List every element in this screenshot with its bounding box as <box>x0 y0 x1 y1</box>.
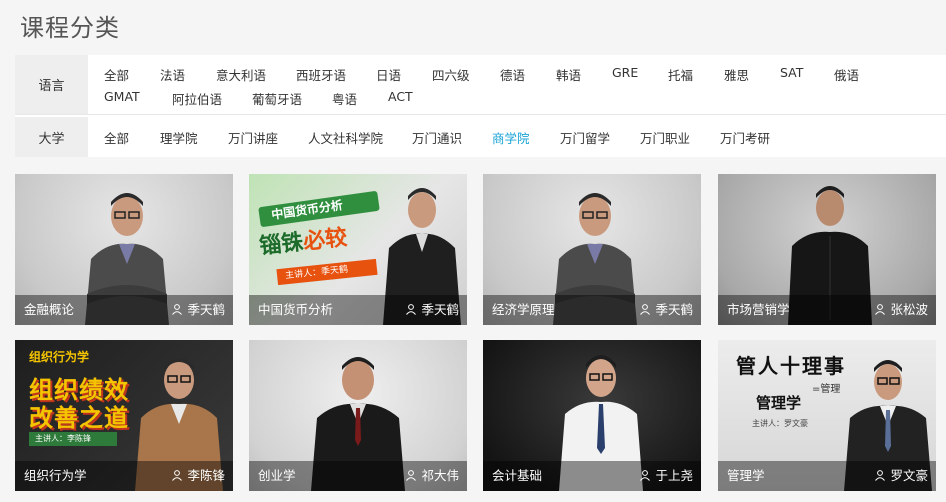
university-option-lectures[interactable]: 万门讲座 <box>228 128 278 147</box>
teacher-name: 张松波 <box>874 299 928 318</box>
university-option-science[interactable]: 理学院 <box>160 128 198 147</box>
teacher-name: 季天鹤 <box>405 299 459 318</box>
language-option-all[interactable]: 全部 <box>104 65 129 84</box>
language-option-russian[interactable]: 俄语 <box>834 65 859 84</box>
university-option-study-abroad[interactable]: 万门留学 <box>560 128 610 147</box>
language-option-toefl[interactable]: 托福 <box>668 65 693 84</box>
course-title: 中国货币分析 <box>258 302 334 317</box>
language-option-act[interactable]: ACT <box>388 89 413 104</box>
category-filter-panel: 语言 全部 法语 意大利语 西班牙语 日语 四六级 德语 韩语 GRE 托福 雅… <box>15 55 946 157</box>
language-option-korean[interactable]: 韩语 <box>556 65 581 84</box>
university-option-general[interactable]: 万门通识 <box>412 128 462 147</box>
course-title: 会计基础 <box>492 468 543 483</box>
course-title: 经济学原理 <box>492 302 555 317</box>
university-options: 全部 理学院 万门讲座 人文社科学院 万门通识 商学院 万门留学 万门职业 万门… <box>88 117 946 157</box>
university-option-postgrad[interactable]: 万门考研 <box>720 128 770 147</box>
language-option-cantonese[interactable]: 粤语 <box>332 89 357 108</box>
language-options: 全部 法语 意大利语 西班牙语 日语 四六级 德语 韩语 GRE 托福 雅思 S… <box>88 55 946 114</box>
poster-equation: =管理 <box>812 384 841 395</box>
university-option-business[interactable]: 商学院 <box>492 128 530 147</box>
university-option-career[interactable]: 万门职业 <box>640 128 690 147</box>
language-option-gre[interactable]: GRE <box>612 65 638 80</box>
teacher-name: 季天鹤 <box>639 299 693 318</box>
poster-heading: 管人十理事 <box>736 354 846 378</box>
course-card[interactable]: 管人十理事 =管理 管理学 主讲人：罗文豪 管理学 罗文豪 <box>718 340 936 491</box>
language-option-italian[interactable]: 意大利语 <box>216 65 266 84</box>
university-option-humanities[interactable]: 人文社科学院 <box>308 128 383 147</box>
language-option-ielts[interactable]: 雅思 <box>724 65 749 84</box>
poster-slogan-2: 改善之道 <box>29 404 129 432</box>
course-card[interactable]: 经济学原理 季天鹤 <box>483 174 701 325</box>
course-card[interactable]: 金融概论 季天鹤 <box>15 174 233 325</box>
language-option-portuguese[interactable]: 葡萄牙语 <box>252 89 302 108</box>
course-title: 金融概论 <box>24 302 75 317</box>
university-filter-label: 大学 <box>15 117 88 157</box>
course-title: 创业学 <box>258 468 296 483</box>
language-option-german[interactable]: 德语 <box>500 65 525 84</box>
course-card[interactable]: 组织行为学 组织绩效 改善之道 主讲人：李陈锋 组织行为学 李陈锋 <box>15 340 233 491</box>
language-filter-row: 语言 全部 法语 意大利语 西班牙语 日语 四六级 德语 韩语 GRE 托福 雅… <box>15 55 946 115</box>
person-icon <box>172 303 183 315</box>
poster-heading: 组织行为学 <box>29 350 90 364</box>
university-filter-row: 大学 全部 理学院 万门讲座 人文社科学院 万门通识 商学院 万门留学 万门职业… <box>15 117 946 157</box>
teacher-name: 于上尧 <box>639 465 693 484</box>
course-card[interactable]: 会计基础 于上尧 <box>483 340 701 491</box>
person-icon <box>640 303 651 315</box>
teacher-name: 李陈锋 <box>171 465 225 484</box>
course-title: 市场营销学 <box>727 302 790 317</box>
language-option-cet[interactable]: 四六级 <box>432 65 470 84</box>
course-title: 组织行为学 <box>24 468 87 483</box>
university-option-all[interactable]: 全部 <box>104 128 129 147</box>
page-title: 课程分类 <box>20 14 120 42</box>
language-option-spanish[interactable]: 西班牙语 <box>296 65 346 84</box>
course-card[interactable]: 创业学 祁大伟 <box>249 340 467 491</box>
person-icon <box>875 469 886 481</box>
language-option-arabic[interactable]: 阿拉伯语 <box>172 89 222 108</box>
teacher-name: 罗文豪 <box>874 465 928 484</box>
language-filter-label: 语言 <box>15 55 88 114</box>
teacher-name: 季天鹤 <box>171 299 225 318</box>
language-option-french[interactable]: 法语 <box>160 65 185 84</box>
course-card[interactable]: 市场营销学 张松波 <box>718 174 936 325</box>
poster-slogan: 管理学 <box>756 394 802 412</box>
poster-byline: 主讲人：李陈锋 <box>35 434 91 443</box>
language-option-gmat[interactable]: GMAT <box>104 89 140 104</box>
person-icon <box>640 469 651 481</box>
person-icon <box>875 303 886 315</box>
poster-byline: 主讲人：罗文豪 <box>752 419 808 428</box>
language-option-sat[interactable]: SAT <box>780 65 803 80</box>
teacher-name: 祁大伟 <box>405 465 459 484</box>
person-icon <box>406 469 417 481</box>
language-option-japanese[interactable]: 日语 <box>376 65 401 84</box>
person-icon <box>406 303 417 315</box>
course-title: 管理学 <box>727 468 765 483</box>
course-card[interactable]: 中国货币分析 锱铢必较 主讲人：季天鹤 中国货币分析 季天鹤 <box>249 174 467 325</box>
person-icon <box>172 469 183 481</box>
